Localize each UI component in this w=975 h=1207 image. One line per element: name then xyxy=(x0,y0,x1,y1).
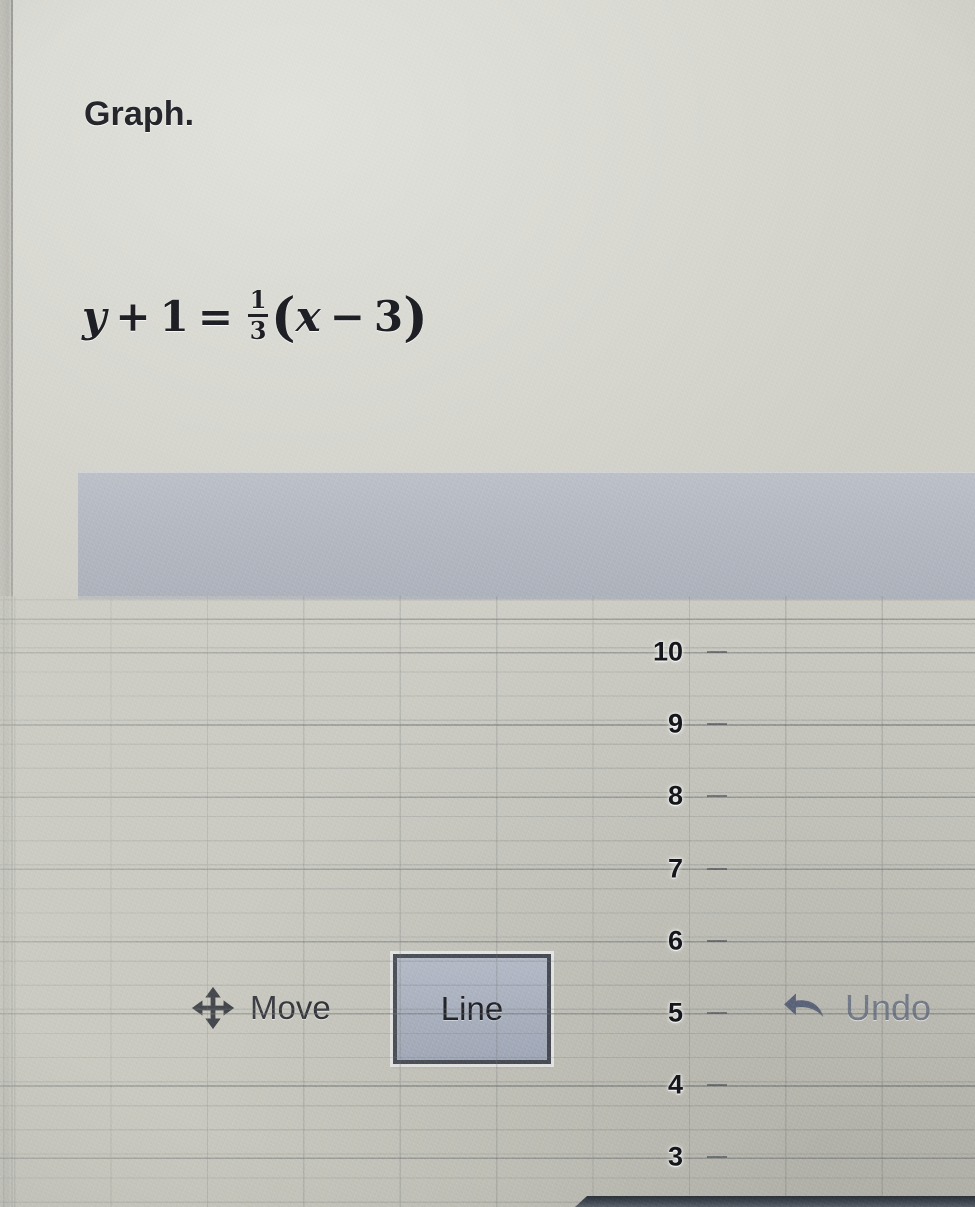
grid-major-lines xyxy=(0,596,975,1207)
equation-lhs-constant: 1 xyxy=(159,292,189,341)
y-tick-label: 4 xyxy=(667,1069,683,1100)
graph-toolbar: Move Line Undo xyxy=(78,472,975,1064)
y-tick-label: 6 xyxy=(667,925,683,956)
y-tick-mark xyxy=(707,1012,727,1014)
equation-rhs-operator: − xyxy=(329,292,365,341)
equation-close-paren: ) xyxy=(403,287,428,349)
y-tick-mark xyxy=(707,1156,727,1159)
equation-equals-sign: = xyxy=(197,292,234,341)
fraction-numerator: 1 xyxy=(249,285,267,314)
y-tick-label: 3 xyxy=(667,1141,683,1172)
y-tick-mark xyxy=(707,867,727,870)
equation-rhs-constant: 3 xyxy=(373,292,404,341)
equation-fraction: 1 3 xyxy=(248,285,269,345)
screenshot-page: Graph. y + 1 = 1 3 ( x − 3 ) Move Line xyxy=(0,0,975,1207)
problem-equation: y + 1 = 1 3 ( x − 3 ) xyxy=(82,285,428,349)
equation-lhs-operator: + xyxy=(115,292,151,341)
y-tick-label: 8 xyxy=(667,780,683,811)
y-tick-mark xyxy=(707,1084,727,1087)
y-tick-label: 5 xyxy=(667,997,683,1028)
equation-rhs-variable: x xyxy=(295,292,321,341)
y-tick-label: 9 xyxy=(667,708,683,739)
equation-open-paren: ( xyxy=(271,287,296,349)
y-tick-mark xyxy=(707,651,727,653)
y-tick-mark xyxy=(707,795,727,798)
y-tick-mark xyxy=(707,939,727,942)
fraction-denominator: 3 xyxy=(249,316,267,345)
y-tick-label: 7 xyxy=(667,853,683,884)
page-title: Graph. xyxy=(84,95,195,133)
coordinate-grid-canvas[interactable]: y 1098765432 xyxy=(0,596,975,1207)
y-tick-label: 10 xyxy=(652,636,683,667)
y-tick-mark xyxy=(707,723,727,726)
bottom-bar-sliver xyxy=(575,1196,975,1207)
equation-lhs-variable: y xyxy=(82,292,107,341)
